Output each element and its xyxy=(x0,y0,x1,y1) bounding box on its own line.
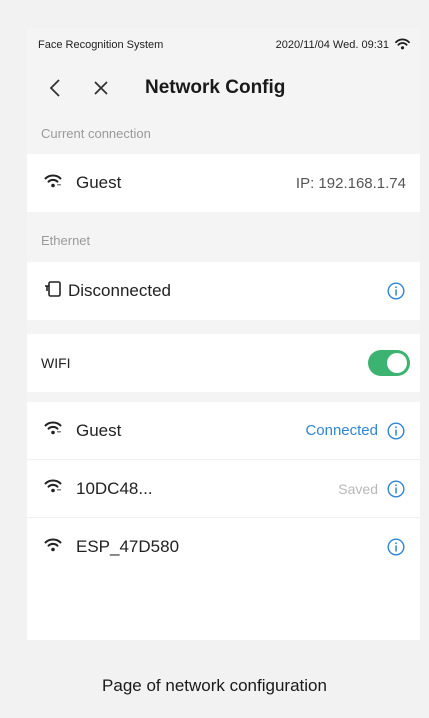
back-button[interactable] xyxy=(41,74,69,102)
current-connection-row: Guest IP: 192.168.1.74 xyxy=(27,154,420,212)
close-icon xyxy=(94,81,108,95)
device-screen: Face Recognition System 2020/11/04 Wed. … xyxy=(27,28,420,640)
close-button[interactable] xyxy=(87,74,115,102)
ethernet-row[interactable]: Disconnected xyxy=(27,262,420,320)
wifi-network-row[interactable]: 10DC48... Saved xyxy=(27,460,420,518)
wifi-icon xyxy=(44,421,62,440)
ethernet-icon xyxy=(44,280,62,303)
wifi-network-row[interactable]: ESP_47D580 xyxy=(27,518,420,576)
wifi-toggle-row: WIFI xyxy=(27,334,420,392)
wifi-status-icon xyxy=(395,38,410,53)
page-title: Network Config xyxy=(145,77,286,98)
wifi-toggle[interactable] xyxy=(368,350,410,376)
wifi-icon xyxy=(44,538,62,557)
status-bar: Face Recognition System 2020/11/04 Wed. … xyxy=(27,28,420,62)
figure-caption: Page of network configuration xyxy=(102,676,327,695)
network-ssid: Guest xyxy=(76,420,122,440)
wifi-network-row[interactable]: Guest Connected xyxy=(27,402,420,460)
info-icon xyxy=(387,538,405,556)
network-status: Saved xyxy=(338,480,378,497)
info-icon xyxy=(387,421,405,440)
section-ethernet: Ethernet xyxy=(41,233,91,248)
app-name: Face Recognition System xyxy=(38,39,164,51)
ip-address: IP: 192.168.1.74 xyxy=(295,174,406,192)
info-icon xyxy=(387,282,405,300)
wifi-toggle-card: WIFI xyxy=(27,334,420,392)
wifi-label: WIFI xyxy=(41,355,71,371)
chevron-left-icon xyxy=(49,79,60,97)
nav-bar: Network Config xyxy=(27,62,420,114)
network-info-button[interactable] xyxy=(386,421,406,441)
ethernet-info-button[interactable] xyxy=(386,281,406,301)
wifi-icon xyxy=(44,479,62,498)
network-info-button[interactable] xyxy=(386,479,406,499)
current-ssid: Guest xyxy=(76,173,122,192)
ethernet-card: Disconnected xyxy=(27,262,420,320)
network-ssid: 10DC48... xyxy=(76,478,153,498)
network-ssid: ESP_47D580 xyxy=(76,537,180,556)
current-connection-card: Guest IP: 192.168.1.74 xyxy=(27,154,420,212)
network-status: Connected xyxy=(305,422,378,439)
wifi-network-list: Guest Connected 10DC48... Saved ESP_47D5… xyxy=(27,402,420,640)
wifi-icon xyxy=(44,174,62,193)
datetime: 2020/11/04 Wed. 09:31 xyxy=(275,39,389,51)
section-current-connection: Current connection xyxy=(41,126,151,141)
network-info-button[interactable] xyxy=(386,537,406,557)
info-icon xyxy=(387,479,405,498)
ethernet-status: Disconnected xyxy=(68,281,172,300)
toggle-knob xyxy=(387,353,407,373)
